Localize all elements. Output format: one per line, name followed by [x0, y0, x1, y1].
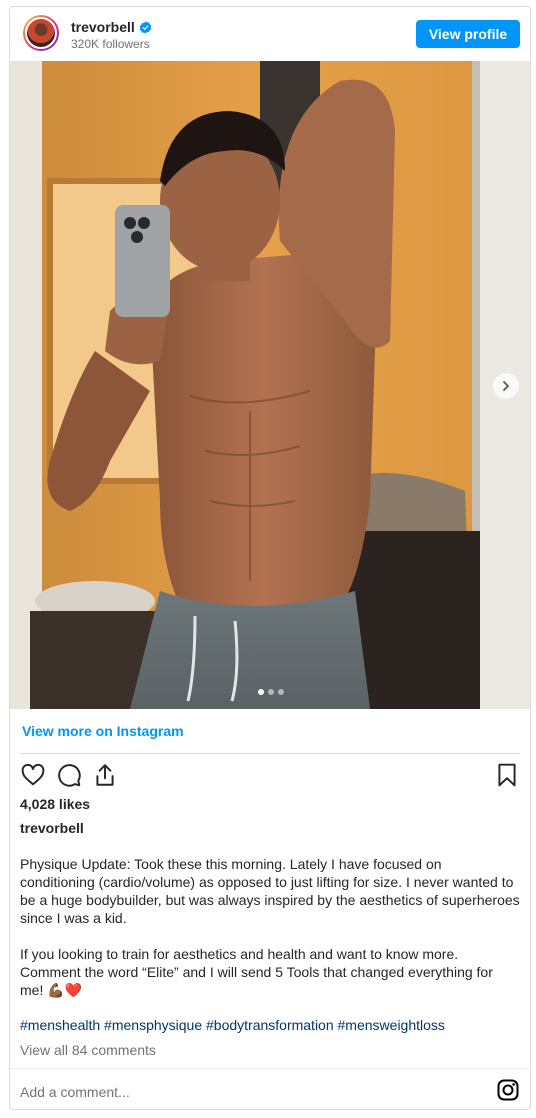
avatar[interactable] — [23, 15, 59, 51]
username-link[interactable]: trevorbell — [71, 19, 135, 35]
hashtag-links[interactable]: #menshealth #mensphysique #bodytransform… — [20, 1017, 445, 1033]
chevron-right-icon — [503, 381, 509, 391]
caption-paragraph: If you looking to train for aesthetics a… — [20, 946, 493, 998]
carousel-next-button[interactable] — [493, 373, 519, 399]
action-bar — [20, 760, 520, 792]
follower-count: 320K followers — [71, 37, 150, 51]
photo-illustration — [10, 61, 530, 709]
divider — [20, 753, 520, 754]
post-header: trevorbell 320K followers View profile — [10, 7, 530, 61]
bookmark-icon[interactable] — [494, 762, 520, 788]
caption-text: Physique Update: Took these this morning… — [20, 855, 520, 1017]
carousel-dot — [268, 689, 274, 695]
caption-paragraph: Physique Update: Took these this morning… — [20, 856, 520, 926]
verified-badge-icon — [139, 20, 152, 34]
like-count[interactable]: 4,028 likes — [20, 796, 90, 812]
comment-icon[interactable] — [56, 762, 82, 788]
carousel-dot — [278, 689, 284, 695]
post-photo[interactable] — [10, 61, 530, 709]
share-icon[interactable] — [92, 762, 118, 788]
view-all-comments-link[interactable]: View all 84 comments — [20, 1042, 156, 1058]
add-comment-input[interactable]: Add a comment... — [20, 1084, 130, 1100]
username-row: trevorbell — [71, 19, 152, 35]
view-more-link[interactable]: View more on Instagram — [22, 723, 184, 739]
instagram-embed-card: trevorbell 320K followers View profile V… — [9, 6, 531, 1110]
view-profile-button[interactable]: View profile — [416, 20, 520, 48]
heart-icon[interactable] — [20, 762, 46, 788]
divider — [10, 1068, 530, 1069]
carousel-indicator — [258, 689, 284, 695]
instagram-logo-icon[interactable] — [496, 1078, 520, 1102]
caption-username[interactable]: trevorbell — [20, 820, 84, 836]
carousel-dot — [258, 689, 264, 695]
